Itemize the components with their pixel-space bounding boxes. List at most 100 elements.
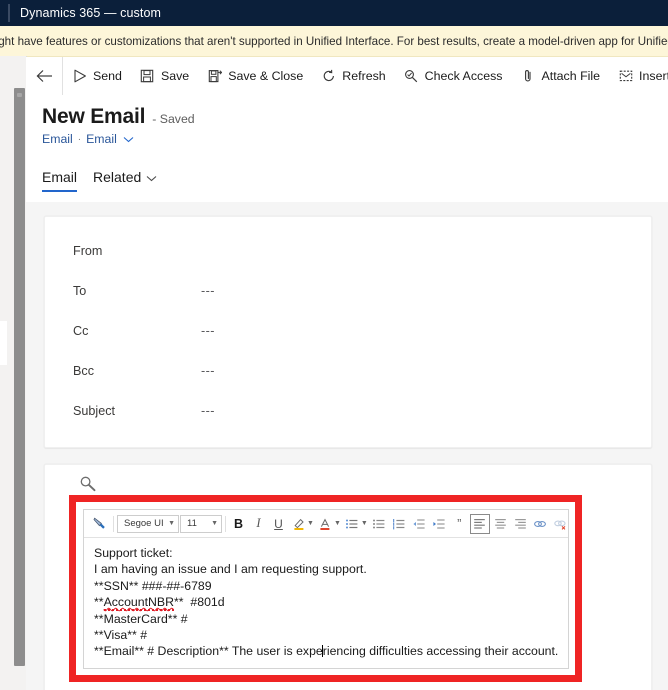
field-value-cc[interactable]: --- xyxy=(201,324,215,338)
command-refresh-label: Refresh xyxy=(342,68,386,83)
save-icon xyxy=(140,69,155,84)
body-line-misspelled: **AccountNBR** #801d xyxy=(94,595,225,612)
form-content-area: New Email - Saved Email · Email Email Re… xyxy=(26,95,668,690)
send-icon xyxy=(72,69,87,84)
application-window: Dynamics 365 — custom might have feature… xyxy=(0,0,668,690)
command-insert-template[interactable]: Insert Template xyxy=(609,57,668,95)
tab-email[interactable]: Email xyxy=(42,169,78,192)
chevron-down-icon[interactable]: ▼ xyxy=(361,520,368,527)
title-bar-accent xyxy=(8,4,10,22)
field-value-subject[interactable]: --- xyxy=(201,404,215,418)
command-check-access[interactable]: Check Access xyxy=(395,57,512,95)
chevron-down-icon[interactable] xyxy=(146,169,157,185)
field-label-bcc: Bcc xyxy=(73,364,94,378)
increase-indent-icon[interactable] xyxy=(430,514,449,534)
breadcrumb-entity[interactable]: Email xyxy=(42,132,73,146)
magnifier-icon[interactable] xyxy=(79,475,97,493)
toolbar-separator xyxy=(113,515,114,532)
tab-related-label: Related xyxy=(93,169,142,185)
align-center-icon[interactable] xyxy=(491,514,510,534)
body-line: Support ticket: xyxy=(94,546,173,560)
check-access-icon xyxy=(404,69,419,84)
align-right-icon[interactable] xyxy=(511,514,530,534)
body-line: **MasterCard** # xyxy=(94,611,188,626)
font-size-select[interactable]: 11 ▼ xyxy=(180,514,222,533)
body-line: **Visa** # xyxy=(94,628,148,643)
save-close-icon xyxy=(207,69,222,84)
tab-related[interactable]: Related xyxy=(93,169,157,192)
window-title-bar: Dynamics 365 — custom xyxy=(0,0,668,26)
bold-button[interactable]: B xyxy=(229,514,248,534)
email-header-fields-card: From To --- Cc --- Bcc --- Subject --- xyxy=(44,216,652,448)
spelling-error: AccountNBR xyxy=(103,595,174,612)
body-line: **SSN** ###-##-6789 xyxy=(94,578,212,593)
command-save-label: Save xyxy=(160,68,190,83)
arrow-left-icon xyxy=(36,69,53,83)
breadcrumb-form[interactable]: Email xyxy=(86,132,117,146)
command-send-label: Send xyxy=(93,68,122,83)
toolbar-separator xyxy=(225,515,226,532)
tab-email-label: Email xyxy=(42,169,78,185)
chevron-down-icon[interactable]: ▼ xyxy=(334,520,341,527)
field-row[interactable]: Bcc --- xyxy=(45,351,651,391)
rich-text-toolbar: Segoe UI ▼ 11 ▼ B I U ▼ ▼ ▼ ” xyxy=(84,510,568,538)
bullet-list-icon[interactable] xyxy=(343,514,362,534)
page-scrollbar-track[interactable] xyxy=(7,56,25,690)
font-family-select[interactable]: Segoe UI ▼ xyxy=(117,514,179,533)
refresh-icon xyxy=(321,69,336,84)
text-cursor xyxy=(322,645,324,658)
font-color-icon[interactable] xyxy=(316,514,335,534)
font-size-value: 11 xyxy=(187,518,197,529)
command-save[interactable]: Save xyxy=(131,57,198,95)
chevron-down-icon[interactable] xyxy=(123,136,134,143)
field-label-to: To xyxy=(73,284,87,298)
field-value-to[interactable]: --- xyxy=(201,284,215,298)
record-title-row: New Email - Saved xyxy=(42,105,668,129)
font-family-value: Segoe UI xyxy=(124,518,164,529)
command-refresh[interactable]: Refresh xyxy=(312,57,394,95)
email-body-text[interactable]: Support ticket: I am having an issue and… xyxy=(84,538,568,660)
page-title: New Email xyxy=(42,105,146,128)
save-status-label: - Saved xyxy=(152,112,195,126)
command-check-access-label: Check Access xyxy=(424,68,503,83)
insert-link-icon[interactable] xyxy=(531,514,550,534)
bullet-list-icon[interactable] xyxy=(370,514,389,534)
field-label-subject: Subject xyxy=(73,404,116,418)
field-value-bcc[interactable]: --- xyxy=(201,364,215,378)
body-line-with-caret: **Email** # Description** The user is ex… xyxy=(94,644,559,659)
attach-file-icon xyxy=(521,69,536,84)
insert-template-icon xyxy=(618,69,633,84)
page-scrollbar-thumb[interactable] xyxy=(14,88,25,666)
rail-notch xyxy=(0,321,7,365)
field-row[interactable]: Cc --- xyxy=(45,311,651,351)
chevron-down-icon[interactable]: ▼ xyxy=(307,520,314,527)
record-header: New Email - Saved Email · Email xyxy=(26,95,668,146)
form-tab-strip: Email Related xyxy=(26,162,668,192)
text-highlight-icon[interactable] xyxy=(289,514,308,534)
rich-text-editor[interactable]: Segoe UI ▼ 11 ▼ B I U ▼ ▼ ▼ ” Support ti… xyxy=(83,509,569,669)
format-painter-icon[interactable] xyxy=(88,514,110,534)
command-bar: Send Save Save & Close Refresh Check Acc… xyxy=(26,57,668,96)
command-save-and-close[interactable]: Save & Close xyxy=(198,57,312,95)
unified-interface-warning-banner: might have features or customizations th… xyxy=(0,26,668,57)
remove-link-icon[interactable] xyxy=(551,514,568,534)
decrease-indent-icon[interactable] xyxy=(410,514,429,534)
command-save-and-close-label: Save & Close xyxy=(228,68,304,83)
window-title: Dynamics 365 — custom xyxy=(20,6,162,20)
italic-button[interactable]: I xyxy=(249,514,268,534)
field-label-from: From xyxy=(73,244,103,258)
body-line: I am having an issue and I am requesting… xyxy=(94,562,367,577)
align-left-icon[interactable] xyxy=(469,513,490,534)
field-row[interactable]: Subject --- xyxy=(45,391,651,431)
blockquote-button[interactable]: ” xyxy=(450,514,469,534)
chevron-down-icon: ▼ xyxy=(211,520,218,527)
command-attach-file[interactable]: Attach File xyxy=(512,57,610,95)
command-attach-file-label: Attach File xyxy=(541,68,601,83)
command-insert-template-label: Insert Template xyxy=(639,68,668,83)
field-row[interactable]: To --- xyxy=(45,271,651,311)
numbered-list-icon[interactable] xyxy=(390,514,409,534)
command-send[interactable]: Send xyxy=(63,57,131,95)
field-row[interactable]: From xyxy=(45,231,651,271)
underline-button[interactable]: U xyxy=(269,514,288,534)
back-button[interactable] xyxy=(26,57,63,95)
